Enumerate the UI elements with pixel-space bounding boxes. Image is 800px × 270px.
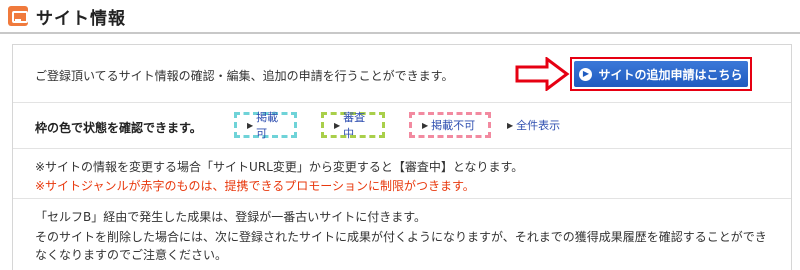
status-filter-not-listed[interactable]: ▶ 掲載不可 [409,112,491,138]
add-site-request-button-face[interactable]: ▶ サイトの追加申請はこちら [574,61,748,87]
info-line-1: 「セルフB」経由で発生した成果は、登録が一番古いサイトに付きます。 [35,210,427,224]
page-header: サイト情報 [8,4,126,29]
triangle-right-icon: ▶ [507,120,514,130]
add-site-request-label: サイトの追加申請はこちら [598,67,743,82]
info-line-3: なくなりますのでご注意ください。 [35,248,228,262]
site-window-icon [8,6,28,26]
status-filter-label: 枠の色で状態を確認できます。 [35,121,202,135]
page-title: サイト情報 [36,8,126,29]
right-arrow-icon [515,57,570,91]
status-filter-reviewing-label: 審査中 [343,111,366,140]
genre-restriction-note: ※サイトジャンルが赤字のものは、提携できるプロモーションに制限がつきます。 [35,179,475,193]
status-filter-row: 枠の色で状態を確認できます。 ▶ 掲載可 ▶ 審査中 ▶ 掲載不可 ▶ 全件表示 [13,103,791,149]
triangle-right-icon: ▶ [247,120,254,130]
url-change-note: ※サイトの情報を変更する場合「サイトURL変更」から変更すると【審査中】となりま… [35,160,524,174]
add-site-request-button[interactable]: ▶ サイトの追加申請はこちら [570,57,752,91]
status-filter-show-all-label: 全件表示 [516,119,561,132]
header-divider [0,32,800,34]
status-filter-show-all[interactable]: ▶ 全件表示 [507,112,560,138]
site-info-panel: ご登録頂いてるサイト情報の確認・編集、追加の申請を行うことができます。 ▶ サイ… [12,44,792,270]
status-filter-reviewing[interactable]: ▶ 審査中 [321,111,385,140]
circle-arrow-right-icon: ▶ [579,67,593,81]
triangle-right-icon: ▶ [334,120,341,130]
intro-row: ご登録頂いてるサイト情報の確認・編集、追加の申請を行うことができます。 ▶ サイ… [13,45,791,103]
status-filter-listed-label: 掲載可 [256,111,279,140]
info-line-2: そのサイトを削除した場合には、次に登録されたサイトに成果が付くようになりますが、… [35,230,767,244]
triangle-right-icon: ▶ [422,120,429,130]
status-filter-not-listed-label: 掲載不可 [431,119,476,132]
intro-text: ご登録頂いてるサイト情報の確認・編集、追加の申請を行うことができます。 [35,69,454,83]
notes-row: ※サイトの情報を変更する場合「サイトURL変更」から変更すると【審査中】となりま… [13,149,791,199]
status-filter-listed[interactable]: ▶ 掲載可 [234,111,297,140]
